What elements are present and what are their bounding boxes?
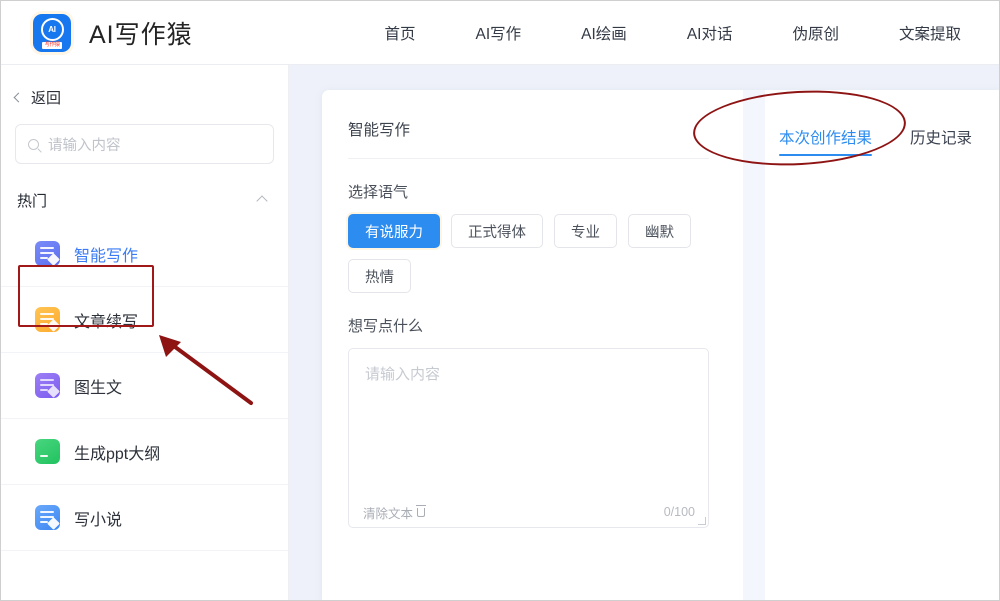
resize-handle-icon[interactable] bbox=[698, 517, 706, 525]
sidebar-item-image-to-text[interactable]: 图生文 bbox=[1, 353, 288, 419]
chevron-up-icon[interactable] bbox=[256, 195, 267, 206]
logo-ring: AI bbox=[41, 18, 64, 41]
logo-sub-text: 写作猿 bbox=[42, 42, 61, 49]
sidebar-item-label: 图生文 bbox=[74, 374, 122, 398]
tone-option-passionate[interactable]: 热情 bbox=[348, 259, 411, 293]
writing-form: 智能写作 选择语气 有说服力 正式得体 专业 幽默 热情 想写点什么 请输入内容… bbox=[322, 90, 743, 601]
clear-text-button[interactable]: 清除文本 bbox=[363, 503, 425, 522]
sidebar-section-hot[interactable]: 热门 bbox=[1, 164, 288, 221]
clear-text-label: 清除文本 bbox=[363, 503, 413, 522]
chevron-left-icon bbox=[14, 93, 24, 103]
tab-current-result[interactable]: 本次创作结果 bbox=[779, 126, 872, 156]
trash-icon bbox=[417, 508, 425, 517]
app-logo-icon: AI 写作猿 bbox=[33, 14, 71, 52]
tone-option-professional[interactable]: 专业 bbox=[554, 214, 617, 248]
content-label: 想写点什么 bbox=[348, 315, 709, 336]
textarea-footer: 清除文本 0/100 bbox=[349, 497, 708, 527]
tone-label: 选择语气 bbox=[348, 181, 709, 202]
main-canvas: 智能写作 选择语气 有说服力 正式得体 专业 幽默 热情 想写点什么 请输入内容… bbox=[290, 65, 1000, 601]
nav-item-home[interactable]: 首页 bbox=[384, 22, 415, 44]
search-placeholder: 请输入内容 bbox=[48, 134, 121, 155]
document-pen-icon bbox=[35, 505, 60, 530]
result-panel: 本次创作结果 历史记录 bbox=[765, 90, 1000, 601]
nav-item-rewrite[interactable]: 伪原创 bbox=[792, 22, 839, 44]
panel-divider bbox=[743, 90, 765, 601]
tone-options: 有说服力 正式得体 专业 幽默 热情 bbox=[348, 214, 709, 293]
sidebar-item-label: 写小说 bbox=[74, 506, 122, 530]
main-nav: 首页 AI写作 AI绘画 AI对话 伪原创 文案提取 bbox=[384, 22, 961, 44]
tone-option-formal[interactable]: 正式得体 bbox=[451, 214, 543, 248]
nav-item-drawing[interactable]: AI绘画 bbox=[581, 22, 627, 44]
tab-history[interactable]: 历史记录 bbox=[910, 126, 972, 156]
sidebar-item-label: 智能写作 bbox=[74, 242, 138, 266]
sidebar-item-label: 文章续写 bbox=[74, 308, 138, 332]
brand[interactable]: AI 写作猿 AI写作猿 bbox=[33, 14, 193, 52]
document-pen-icon bbox=[35, 241, 60, 266]
sidebar-menu: 智能写作 文章续写 图生文 生成ppt大纲 bbox=[1, 221, 288, 551]
tone-option-humorous[interactable]: 幽默 bbox=[628, 214, 691, 248]
nav-item-chat[interactable]: AI对话 bbox=[687, 22, 733, 44]
document-pen-icon bbox=[35, 307, 60, 332]
form-title: 智能写作 bbox=[348, 118, 709, 159]
sidebar-item-continue-article[interactable]: 文章续写 bbox=[1, 287, 288, 353]
slides-icon bbox=[35, 439, 60, 464]
app-header: AI 写作猿 AI写作猿 首页 AI写作 AI绘画 AI对话 伪原创 文案提取 bbox=[1, 1, 1000, 65]
sidebar-item-write-novel[interactable]: 写小说 bbox=[1, 485, 288, 551]
back-button-label: 返回 bbox=[31, 87, 61, 108]
sidebar-item-smart-writing[interactable]: 智能写作 bbox=[1, 221, 288, 287]
sidebar-item-label: 生成ppt大纲 bbox=[74, 440, 160, 464]
nav-item-writing[interactable]: AI写作 bbox=[476, 22, 522, 44]
logo-mark-text: AI bbox=[48, 25, 55, 34]
tone-option-persuasive[interactable]: 有说服力 bbox=[348, 214, 440, 248]
nav-item-extract[interactable]: 文案提取 bbox=[899, 22, 961, 44]
search-icon bbox=[28, 139, 39, 150]
search-input[interactable]: 请输入内容 bbox=[15, 124, 274, 164]
sidebar-section-title: 热门 bbox=[17, 190, 47, 211]
image-text-icon bbox=[35, 373, 60, 398]
textarea-placeholder: 请输入内容 bbox=[365, 363, 440, 384]
sidebar-item-ppt-outline[interactable]: 生成ppt大纲 bbox=[1, 419, 288, 485]
page-title: AI写作猿 bbox=[89, 15, 193, 51]
app-window: AI 写作猿 AI写作猿 首页 AI写作 AI绘画 AI对话 伪原创 文案提取 … bbox=[0, 0, 1000, 601]
back-button[interactable]: 返回 bbox=[1, 65, 288, 108]
char-counter: 0/100 bbox=[664, 505, 695, 519]
result-tabs: 本次创作结果 历史记录 bbox=[765, 90, 1000, 156]
search-wrapper: 请输入内容 bbox=[1, 108, 288, 164]
content-textarea[interactable]: 请输入内容 清除文本 0/100 bbox=[348, 348, 709, 528]
sidebar: 返回 请输入内容 热门 智能写作 文章续写 bbox=[1, 65, 289, 601]
content-card: 智能写作 选择语气 有说服力 正式得体 专业 幽默 热情 想写点什么 请输入内容… bbox=[322, 90, 1000, 601]
